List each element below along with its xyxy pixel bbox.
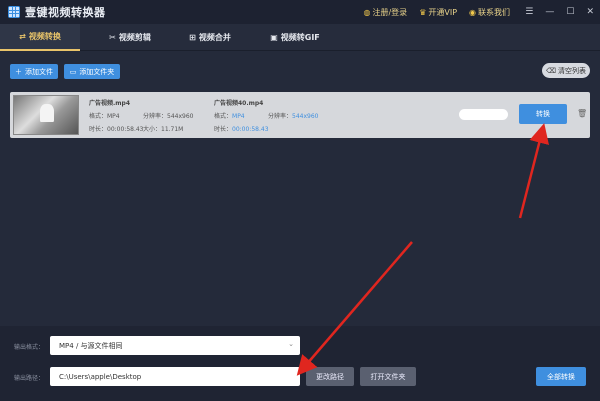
tab-video-merge[interactable]: ⊞ 视频合并 (170, 24, 250, 51)
add-file-button[interactable]: ＋添加文件 (10, 64, 58, 79)
target-file-name: 广告视频40.mp4 (214, 100, 264, 107)
window-controls: ☰ — ☐ ✕ (525, 0, 594, 24)
login-link[interactable]: ◍ 注册/登录 (364, 7, 408, 18)
source-duration: 时长：00:00:58.43 (89, 126, 144, 133)
output-format-select[interactable]: MP4 / 与源文件相同 ⌄ (50, 336, 300, 355)
delete-icon[interactable]: 🗑 (577, 109, 587, 118)
video-thumbnail (13, 95, 79, 135)
tab-video-edit[interactable]: ✂ 视频剪辑 (90, 24, 170, 51)
user-icon: ◍ (363, 7, 371, 17)
merge-icon: ⊞ (189, 33, 196, 42)
main-tabs: ⇄ 视频转换 ✂ 视频剪辑 ⊞ 视频合并 ▣ 视频转GIF (0, 24, 600, 51)
trash-icon: ⌫ (546, 66, 556, 75)
maximize-icon[interactable]: ☐ (566, 7, 574, 17)
top-links: ◍ 注册/登录 ♛ 开通VIP ◉ 联系我们 (364, 0, 511, 24)
target-resolution: 分辨率：544x960 (268, 113, 319, 120)
clear-list-button[interactable]: ⌫ 清空列表 (542, 63, 590, 78)
close-icon[interactable]: ✕ (586, 7, 594, 17)
gif-icon: ▣ (270, 33, 278, 42)
convert-button[interactable]: 转换 (519, 104, 567, 124)
source-size: 大小：11.71M (143, 126, 184, 133)
arrow-to-convert (518, 123, 549, 219)
output-path-label: 输出路径： (14, 375, 45, 382)
tab-video-gif[interactable]: ▣ 视频转GIF (250, 24, 340, 51)
crown-icon: ♛ (419, 7, 427, 17)
conversion-progress (459, 109, 508, 120)
open-folder-button[interactable]: 打开文件夹 (360, 367, 416, 386)
target-format: 格式：MP4 (214, 113, 245, 120)
minimize-icon[interactable]: — (545, 7, 554, 17)
folder-icon: ▭ (69, 67, 77, 76)
change-path-button[interactable]: 更改路径 (306, 367, 354, 386)
source-resolution: 分辨率：544x960 (143, 113, 194, 120)
source-file-name: 广告视频.mp4 (89, 100, 131, 107)
target-duration: 时长：00:00:58.43 (214, 126, 269, 133)
grid-logo-icon (8, 6, 20, 18)
tab-video-convert[interactable]: ⇄ 视频转换 (0, 24, 80, 51)
chevron-down-icon: ⌄ (288, 340, 294, 348)
chat-icon: ◉ (469, 7, 476, 17)
convert-icon: ⇄ (19, 32, 26, 41)
menu-icon[interactable]: ☰ (525, 7, 533, 17)
output-path-input[interactable]: C:\Users\apple\Desktop (50, 367, 300, 386)
source-format: 格式：MP4 (89, 113, 120, 120)
plus-icon: ＋ (15, 67, 22, 76)
edit-icon: ✂ (109, 33, 116, 42)
add-folder-button[interactable]: ▭ 添加文件夹 (64, 64, 120, 79)
contact-link[interactable]: ◉ 联系我们 (469, 7, 510, 18)
convert-all-button[interactable]: 全部转换 (536, 367, 586, 386)
vip-link[interactable]: ♛ 开通VIP (419, 7, 457, 18)
app-title: 壹键视频转换器 (25, 6, 106, 19)
title-bar: 壹键视频转换器 ◍ 注册/登录 ♛ 开通VIP ◉ 联系我们 ☰ — ☐ ✕ (0, 0, 600, 24)
output-format-label: 输出格式： (14, 344, 45, 351)
